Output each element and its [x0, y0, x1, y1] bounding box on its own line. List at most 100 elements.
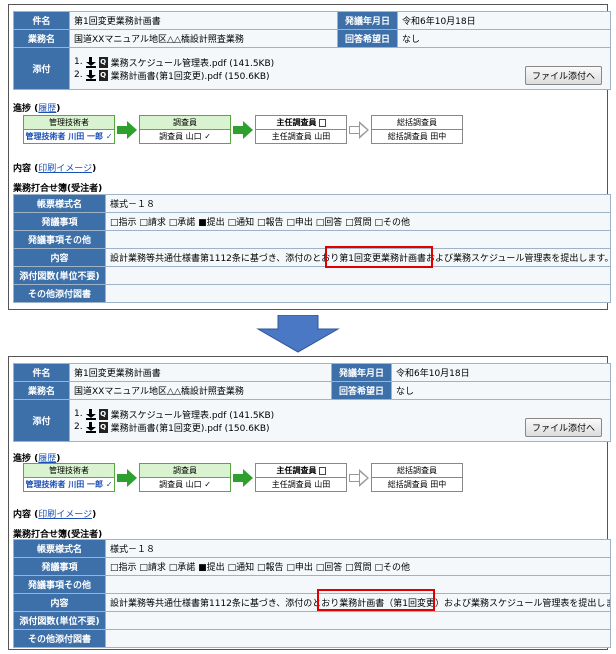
header-table: 件名 第1回変更業務計画書 発議年月日 令和6年10月18日 業務名 国道XXマ… [13, 363, 611, 442]
issue-other-label: 発議事項その他 [13, 230, 106, 249]
attach-label: 添付 [13, 47, 70, 90]
reply-label: 回答希望日 [331, 381, 392, 400]
attachment-name[interactable]: 業務計画書(第1回変更).pdf (150.6KB) [111, 69, 270, 82]
attach-file-button[interactable]: ファイル添付へ [524, 66, 602, 85]
form-label: 帳票様式名 [13, 539, 106, 558]
project-value: 国道XXマニュアル地区△△橋設計照査業務 [69, 381, 332, 400]
issue-label: 発議事項 [13, 212, 106, 231]
progress-flow: 管理技術者 管理技術者 川田 一郎 ✓ 調査員 調査員 山口 ✓ 主任調査員 主… [23, 463, 463, 492]
content-label: 内容 (印刷イメージ) [13, 164, 97, 174]
pdf-icon[interactable] [318, 118, 326, 127]
other-attach-value [105, 284, 611, 303]
content-table: 帳票様式名 様式－１８ 発議事項 □指示 □請求 □承諾 ■提出 □通知 □報告… [13, 194, 611, 303]
step-chief: 主任調査員 主任調査員 山田 [255, 463, 347, 492]
other-attach-label: その他添付図書 [13, 629, 106, 648]
check-icon: ✓ [204, 132, 211, 141]
count-value [105, 266, 611, 285]
arrow-right-icon [233, 469, 253, 487]
document-icon[interactable]: Q [98, 408, 108, 420]
step-name: 総括調査員 田中 [372, 130, 462, 143]
print-preview-link[interactable]: 印刷イメージ [38, 510, 92, 520]
other-attach-label: その他添付図書 [13, 284, 106, 303]
date-label: 発議年月日 [337, 11, 398, 30]
step-name: 主任調査員 山田 [256, 478, 346, 491]
date-label: 発議年月日 [331, 363, 392, 382]
arrow-right-icon [117, 469, 137, 487]
step-name: 調査員 山口 [159, 480, 202, 489]
document-icon[interactable]: Q [98, 56, 108, 68]
issue-label: 発議事項 [13, 557, 106, 576]
reply-value: なし [397, 29, 611, 48]
subject-label: 件名 [13, 11, 70, 30]
attachment-name[interactable]: 業務スケジュール管理表.pdf (141.5KB) [111, 56, 275, 69]
arrow-right-icon [233, 121, 253, 139]
progress-label: 進捗 (履歴) [13, 104, 61, 114]
arrow-right-icon [117, 121, 137, 139]
date-value: 令和6年10月18日 [391, 363, 611, 382]
download-icon[interactable] [85, 421, 96, 433]
subject-value: 第1回変更業務計画書 [69, 11, 338, 30]
body-label: 内容 [13, 593, 106, 612]
download-icon[interactable] [85, 69, 96, 81]
project-value: 国道XXマニュアル地区△△橋設計照査業務 [69, 29, 338, 48]
step-manager: 管理技術者 管理技術者 川田 一郎 ✓ [23, 115, 115, 144]
highlight-box [317, 589, 435, 611]
header-table: 件名 第1回変更業務計画書 発議年月日 令和6年10月18日 業務名 国道XXマ… [13, 11, 611, 90]
attach-cell: 1. Q 業務スケジュール管理表.pdf (141.5KB) 2. Q 業務計画… [69, 399, 611, 442]
highlight-box [325, 246, 433, 268]
print-preview-link[interactable]: 印刷イメージ [38, 164, 92, 174]
count-label: 添付図数(単位不要) [13, 266, 106, 285]
count-value [105, 611, 611, 630]
step-general: 総括調査員 総括調査員 田中 [371, 463, 463, 492]
attach-file-button[interactable]: ファイル添付へ [524, 418, 602, 437]
step-investigator: 調査員 調査員 山口 ✓ [139, 463, 231, 492]
date-value: 令和6年10月18日 [397, 11, 611, 30]
subject-value: 第1回変更業務計画書 [69, 363, 332, 382]
check-icon: ✓ [105, 480, 113, 489]
check-icon: ✓ [105, 132, 113, 141]
download-icon[interactable] [85, 408, 96, 420]
pdf-icon[interactable] [318, 466, 326, 475]
form-label: 帳票様式名 [13, 194, 106, 213]
issue-options: □指示 □請求 □承諾 ■提出 □通知 □報告 □申出 □回答 □質問 □その他 [105, 557, 611, 576]
attachment-name[interactable]: 業務計画書(第1回変更).pdf (150.6KB) [111, 421, 270, 434]
content-label: 内容 (印刷イメージ) [13, 510, 97, 520]
step-name: 管理技術者 川田 一郎 [25, 132, 104, 141]
reply-value: なし [391, 381, 611, 400]
document-icon[interactable]: Q [98, 69, 108, 81]
history-link[interactable]: 履歴 [38, 104, 56, 114]
form-value: 様式－１８ [105, 194, 611, 213]
step-name: 主任調査員 山田 [256, 130, 346, 143]
step-name: 総括調査員 田中 [372, 478, 462, 491]
step-name: 管理技術者 川田 一郎 [25, 480, 104, 489]
check-icon: ✓ [204, 480, 211, 489]
arrow-right-outline-icon [349, 469, 369, 487]
content-table: 帳票様式名 様式－１８ 発議事項 □指示 □請求 □承諾 ■提出 □通知 □報告… [13, 539, 611, 648]
attachment-name[interactable]: 業務スケジュール管理表.pdf (141.5KB) [111, 408, 275, 421]
progress-flow: 管理技術者 管理技術者 川田 一郎 ✓ 調査員 調査員 山口 ✓ 主任調査員 主… [23, 115, 463, 144]
document-icon[interactable]: Q [98, 421, 108, 433]
project-label: 業務名 [13, 381, 70, 400]
issue-other-label: 発議事項その他 [13, 575, 106, 594]
body-label: 内容 [13, 248, 106, 267]
step-chief: 主任調査員 主任調査員 山田 [255, 115, 347, 144]
project-label: 業務名 [13, 29, 70, 48]
reply-label: 回答希望日 [337, 29, 398, 48]
arrow-right-outline-icon [349, 121, 369, 139]
attach-cell: 1. Q 業務スケジュール管理表.pdf (141.5KB) 2. Q 業務計画… [69, 47, 611, 90]
other-attach-value [105, 629, 611, 648]
issue-options: □指示 □請求 □承諾 ■提出 □通知 □報告 □申出 □回答 □質問 □その他 [105, 212, 611, 231]
after-panel: 件名 第1回変更業務計画書 発議年月日 令和6年10月18日 業務名 国道XXマ… [8, 356, 611, 650]
step-name: 調査員 山口 [159, 132, 202, 141]
section-title: 業務打合せ簿(受注者) [13, 184, 103, 194]
before-panel: 件名 第1回変更業務計画書 発議年月日 令和6年10月18日 業務名 国道XXマ… [8, 4, 611, 310]
attach-label: 添付 [13, 399, 70, 442]
down-arrow-icon [256, 315, 340, 353]
count-label: 添付図数(単位不要) [13, 611, 106, 630]
subject-label: 件名 [13, 363, 70, 382]
step-general: 総括調査員 総括調査員 田中 [371, 115, 463, 144]
download-icon[interactable] [85, 56, 96, 68]
step-investigator: 調査員 調査員 山口 ✓ [139, 115, 231, 144]
form-value: 様式－１８ [105, 539, 611, 558]
step-manager: 管理技術者 管理技術者 川田 一郎 ✓ [23, 463, 115, 492]
